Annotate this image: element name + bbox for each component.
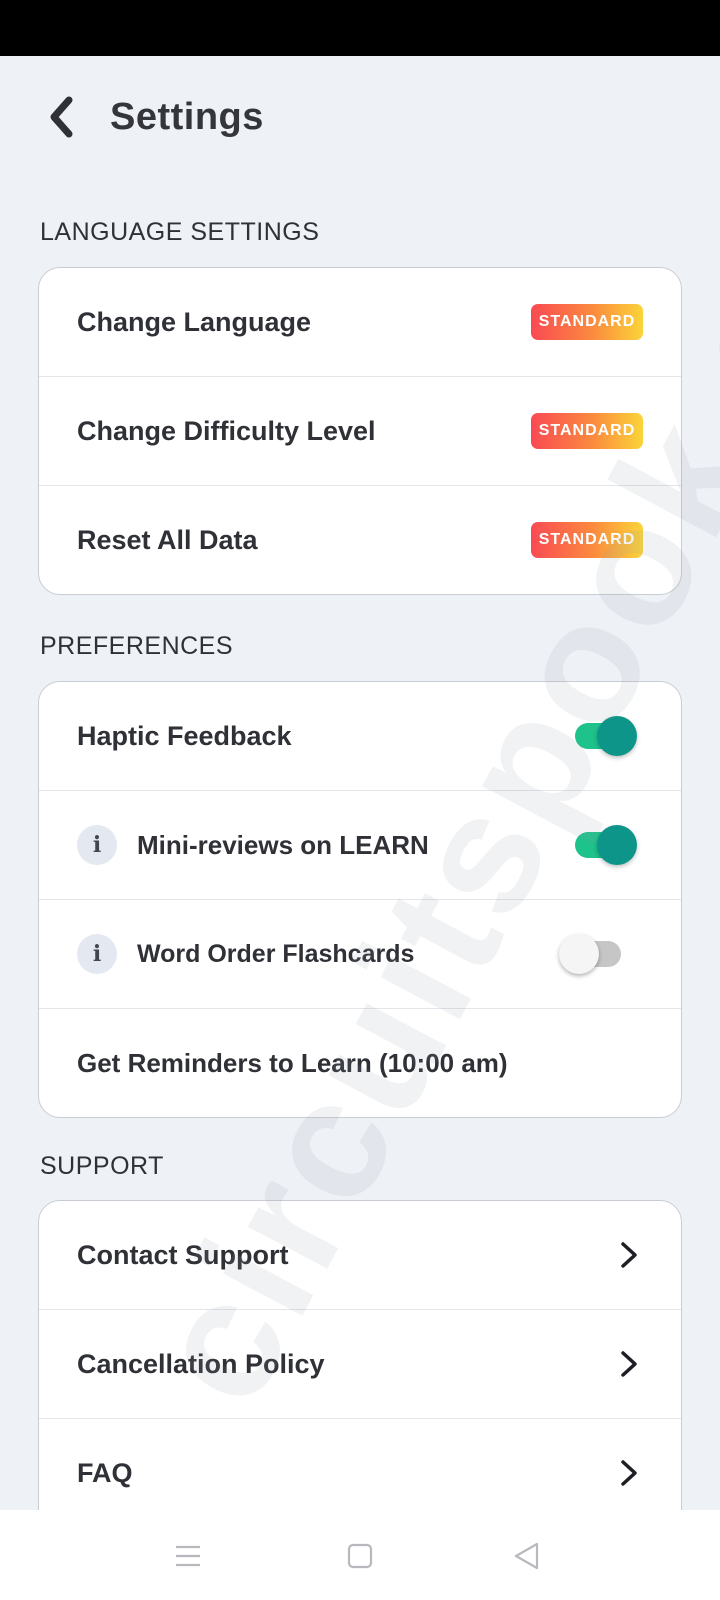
back-triangle-icon	[514, 1542, 539, 1570]
back-nav-button[interactable]	[506, 1536, 546, 1576]
recent-apps-button[interactable]	[168, 1536, 208, 1576]
back-button[interactable]	[38, 94, 84, 140]
word-order-flashcards-row: i Word Order Flashcards	[39, 900, 681, 1009]
row-label: Word Order Flashcards	[137, 939, 415, 968]
row-label: FAQ	[77, 1457, 133, 1488]
system-nav-bar	[0, 1510, 720, 1600]
row-label: Haptic Feedback	[77, 720, 292, 751]
change-language-row[interactable]: Change Language STANDARD	[39, 268, 681, 377]
status-bar	[0, 0, 720, 56]
menu-icon	[176, 1545, 200, 1567]
page-title: Settings	[110, 96, 264, 138]
row-label: Reset All Data	[77, 524, 258, 555]
word-order-flashcards-toggle[interactable]	[559, 934, 621, 974]
row-label: Contact Support	[77, 1239, 289, 1270]
support-card: Contact Support Cancellation Policy FAQ	[38, 1200, 682, 1532]
info-icon[interactable]: i	[77, 934, 117, 974]
home-square-icon	[347, 1543, 373, 1569]
section-label-preferences: PREFERENCES	[40, 632, 234, 660]
chevron-left-icon	[50, 96, 73, 138]
info-icon[interactable]: i	[77, 825, 117, 865]
section-label-language: LANGUAGE SETTINGS	[40, 218, 320, 246]
row-label: Change Difficulty Level	[77, 415, 376, 446]
language-settings-card: Change Language STANDARD Change Difficul…	[38, 267, 682, 595]
preferences-card: Haptic Feedback i Mini-reviews on LEARN …	[38, 681, 682, 1118]
row-label: Mini-reviews on LEARN	[137, 829, 429, 860]
mini-reviews-row: i Mini-reviews on LEARN	[39, 791, 681, 900]
row-label: Get Reminders to Learn (10:00 am)	[77, 1047, 508, 1078]
toggle-knob	[597, 716, 637, 756]
haptic-feedback-row: Haptic Feedback	[39, 682, 681, 791]
chevron-right-icon	[621, 1460, 637, 1486]
haptic-feedback-toggle[interactable]	[575, 716, 637, 756]
header: Settings	[0, 56, 720, 186]
change-difficulty-row[interactable]: Change Difficulty Level STANDARD	[39, 377, 681, 486]
reset-all-data-row[interactable]: Reset All Data STANDARD	[39, 486, 681, 594]
contact-support-row[interactable]: Contact Support	[39, 1201, 681, 1310]
mini-reviews-toggle[interactable]	[575, 825, 637, 865]
row-label: Change Language	[77, 306, 312, 337]
chevron-right-icon	[621, 1242, 637, 1268]
row-label: Cancellation Policy	[77, 1348, 325, 1379]
standard-badge: STANDARD	[531, 304, 643, 340]
toggle-knob	[559, 934, 599, 974]
section-label-support: SUPPORT	[40, 1152, 164, 1180]
standard-badge: STANDARD	[531, 413, 643, 449]
home-button[interactable]	[340, 1536, 380, 1576]
standard-badge: STANDARD	[531, 522, 643, 558]
chevron-right-icon	[621, 1351, 637, 1377]
cancellation-policy-row[interactable]: Cancellation Policy	[39, 1310, 681, 1419]
reminders-row[interactable]: Get Reminders to Learn (10:00 am)	[39, 1009, 681, 1117]
toggle-knob	[597, 825, 637, 865]
